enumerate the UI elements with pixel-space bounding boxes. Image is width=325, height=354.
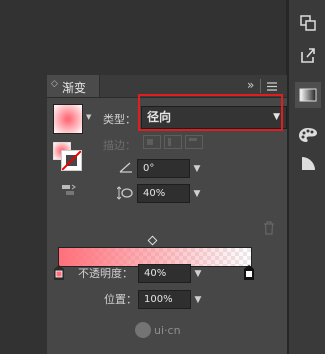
- aspect-ratio-icon: [116, 186, 133, 203]
- angle-input[interactable]: 0°: [137, 159, 190, 178]
- location-input[interactable]: 100%: [138, 290, 191, 309]
- stroke-indicator[interactable]: [61, 150, 82, 171]
- color-stop-right[interactable]: [244, 265, 254, 283]
- angle-dropdown-icon[interactable]: ▼: [189, 160, 205, 177]
- opacity-input[interactable]: 40%: [138, 264, 191, 283]
- aspect-ratio-input[interactable]: 40%: [137, 184, 190, 203]
- midpoint-marker[interactable]: [147, 235, 158, 246]
- watermark-circle-icon: [135, 322, 151, 338]
- panel-menu-icon[interactable]: [267, 81, 277, 94]
- tab-gradient[interactable]: ◇ 渐变: [47, 75, 100, 97]
- stroke-label: 描边：: [103, 139, 136, 152]
- highlight-box: [138, 94, 283, 131]
- stroke-gradient-options: [143, 135, 205, 152]
- transform-icon[interactable]: [295, 10, 321, 36]
- panel-title: 渐变: [62, 81, 87, 95]
- shape-icon[interactable]: [295, 150, 321, 176]
- location-dropdown-icon[interactable]: ▼: [190, 291, 206, 308]
- expand-panel-icon[interactable]: »: [247, 78, 254, 92]
- palette-icon[interactable]: [295, 122, 321, 148]
- swatch-dropdown-icon[interactable]: ▼: [86, 113, 91, 121]
- type-label: 类型：: [103, 113, 136, 126]
- watermark-text: ui·cn: [154, 323, 181, 337]
- reverse-gradient-icon[interactable]: [61, 183, 77, 200]
- opacity-dropdown-icon[interactable]: ▼: [190, 265, 206, 282]
- location-value: 100%: [144, 294, 173, 305]
- opacity-value: 40%: [144, 268, 167, 279]
- aspect-dropdown-icon[interactable]: ▼: [189, 185, 205, 202]
- gradient-swatch[interactable]: [53, 104, 83, 134]
- collapse-arrows-icon: ◇: [51, 79, 58, 89]
- location-label: 位置：: [104, 293, 137, 306]
- delete-stop-icon[interactable]: [263, 221, 275, 238]
- opacity-label: 不透明度：: [78, 267, 133, 280]
- export-icon[interactable]: [295, 42, 321, 68]
- color-stop-left[interactable]: [54, 265, 64, 283]
- header-divider: [260, 79, 261, 93]
- angle-icon: [119, 161, 133, 176]
- watermark-logo: ui·cn: [135, 322, 181, 338]
- gradient-icon[interactable]: [295, 82, 321, 108]
- angle-value: 0°: [143, 163, 155, 174]
- aspect-value: 40%: [143, 188, 166, 199]
